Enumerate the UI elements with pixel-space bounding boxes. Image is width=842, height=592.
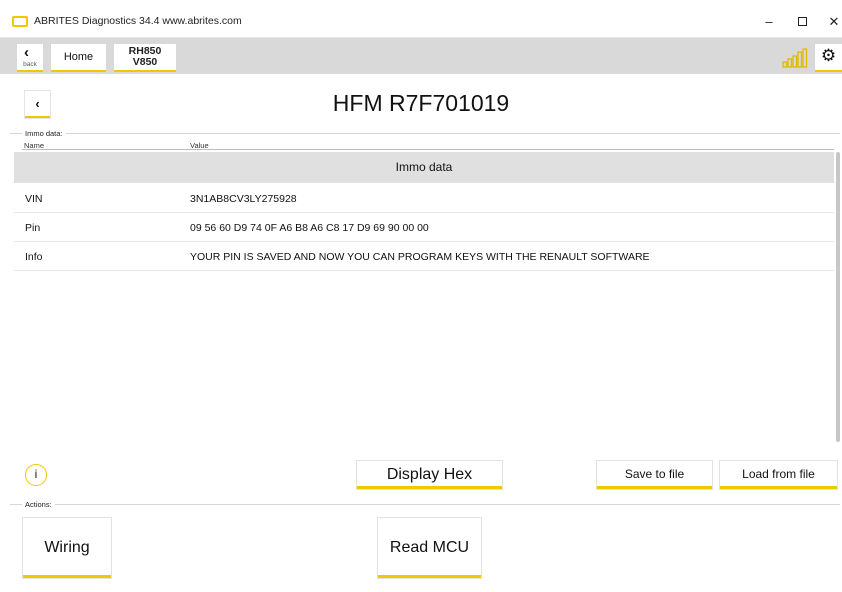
row-value: YOUR PIN IS SAVED AND NOW YOU CAN PROGRA… bbox=[190, 251, 650, 263]
row-name: Info bbox=[25, 251, 43, 263]
window-title: ABRITES Diagnostics 34.4 www.abrites.com bbox=[34, 15, 242, 27]
maximize-icon bbox=[797, 17, 807, 26]
home-button[interactable]: Home bbox=[51, 44, 106, 72]
table-row[interactable]: VIN 3N1AB8CV3LY275928 bbox=[14, 184, 834, 213]
page-back-button[interactable]: ‹ bbox=[25, 91, 50, 118]
display-hex-button[interactable]: Display Hex bbox=[357, 461, 502, 489]
settings-gear-icon[interactable]: ⚙ bbox=[815, 44, 842, 72]
table-row[interactable]: Pin 09 56 60 D9 74 0F A6 B8 A6 C8 17 D9 … bbox=[14, 213, 834, 242]
row-name: VIN bbox=[25, 193, 43, 205]
maximize-button[interactable] bbox=[788, 10, 816, 34]
toolbar-back-button[interactable]: ‹ back bbox=[17, 44, 43, 72]
chevron-left-icon: ‹ bbox=[24, 44, 29, 61]
column-header-divider bbox=[22, 149, 834, 150]
back-label: back bbox=[23, 61, 37, 68]
close-button[interactable]: ✕ bbox=[820, 10, 842, 34]
immo-group-label: Immo data: bbox=[22, 129, 66, 138]
signal-strength-icon bbox=[782, 48, 808, 68]
abrites-logo-icon bbox=[12, 16, 28, 27]
table-row[interactable]: Info YOUR PIN IS SAVED AND NOW YOU CAN P… bbox=[14, 242, 834, 271]
immo-group-border bbox=[10, 133, 840, 134]
wiring-button[interactable]: Wiring bbox=[23, 518, 111, 578]
row-name: Pin bbox=[25, 222, 41, 234]
page-title: HFM R7F701019 bbox=[332, 90, 510, 116]
load-from-file-button[interactable]: Load from file bbox=[720, 461, 837, 489]
info-button[interactable]: i bbox=[25, 464, 47, 486]
module-button[interactable]: RH850 V850 bbox=[114, 44, 176, 72]
save-to-file-button[interactable]: Save to file bbox=[597, 461, 712, 489]
immo-section-header: Immo data bbox=[14, 152, 834, 183]
main-toolbar: ‹ back Home RH850 V850 ⚙ bbox=[0, 38, 842, 74]
actions-group-label: Actions: bbox=[22, 500, 55, 509]
row-value: 3N1AB8CV3LY275928 bbox=[190, 193, 297, 205]
actions-group-border bbox=[10, 504, 840, 505]
read-mcu-button[interactable]: Read MCU bbox=[378, 518, 481, 578]
row-value: 09 56 60 D9 74 0F A6 B8 A6 C8 17 D9 69 9… bbox=[190, 222, 429, 234]
minimize-button[interactable]: – bbox=[755, 10, 783, 34]
window-titlebar: ABRITES Diagnostics 34.4 www.abrites.com… bbox=[0, 0, 842, 38]
module-label-line2: V850 bbox=[132, 56, 158, 68]
table-scrollbar[interactable] bbox=[836, 152, 840, 442]
